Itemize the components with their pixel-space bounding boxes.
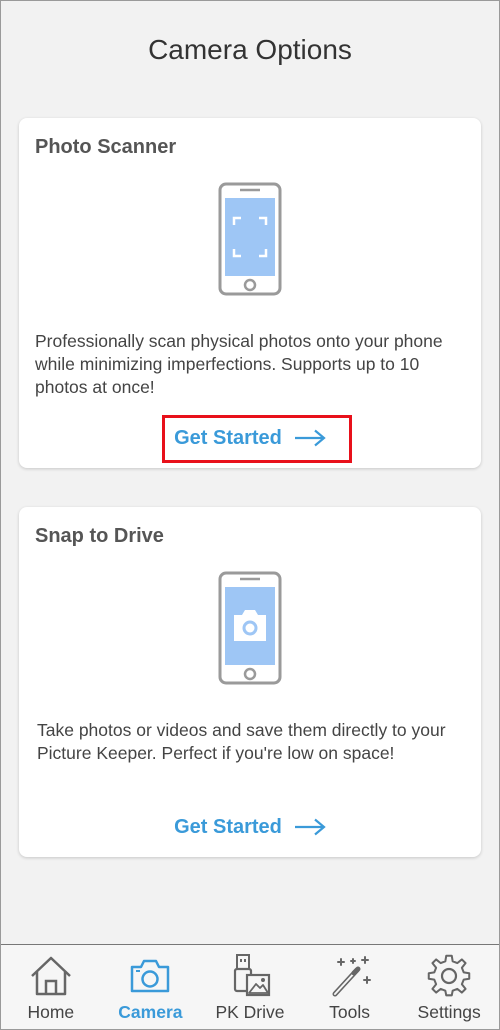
magic-wand-icon <box>332 956 371 997</box>
page-title: Camera Options <box>148 34 352 65</box>
arrow-right-icon <box>294 429 326 447</box>
get-started-label: Get Started <box>174 426 282 449</box>
nav-label-tools: Tools <box>329 1002 370 1022</box>
nav-label-pk-drive: PK Drive <box>215 1002 285 1022</box>
nav-item-home[interactable]: Home <box>1 945 101 1029</box>
card-title: Photo Scanner <box>35 136 177 158</box>
photo-scanner-get-started-button[interactable]: Get Started <box>19 423 481 453</box>
snap-to-drive-card: Snap to Drive Take photos or videos and … <box>19 507 481 857</box>
nav-item-tools[interactable]: Tools <box>300 945 400 1029</box>
phone-scan-frame-icon <box>218 182 282 296</box>
card-description: Take photos or videos and save them dire… <box>37 720 446 763</box>
nav-label-home: Home <box>27 1002 75 1022</box>
snap-to-drive-get-started-button[interactable]: Get Started <box>19 812 481 842</box>
photo-scanner-card: Photo Scanner Professionally scan physic… <box>19 118 481 468</box>
card-title: Snap to Drive <box>35 525 164 547</box>
card-description: Professionally scan physical photos onto… <box>35 331 443 397</box>
pk-drive-icon <box>233 954 271 997</box>
camera-icon <box>131 959 170 993</box>
home-icon <box>30 956 71 996</box>
nav-item-camera[interactable]: Camera <box>101 945 201 1029</box>
get-started-label: Get Started <box>174 815 282 838</box>
nav-label-settings: Settings <box>417 1002 481 1022</box>
bottom-nav: Home Camera PK Drive Tools Settings <box>1 944 499 1029</box>
nav-item-pk-drive[interactable]: PK Drive <box>200 945 300 1029</box>
gear-icon <box>427 954 471 997</box>
nav-item-settings[interactable]: Settings <box>399 945 499 1029</box>
nav-label-camera: Camera <box>118 1002 183 1022</box>
arrow-right-icon <box>294 818 326 836</box>
phone-camera-icon <box>218 571 282 685</box>
